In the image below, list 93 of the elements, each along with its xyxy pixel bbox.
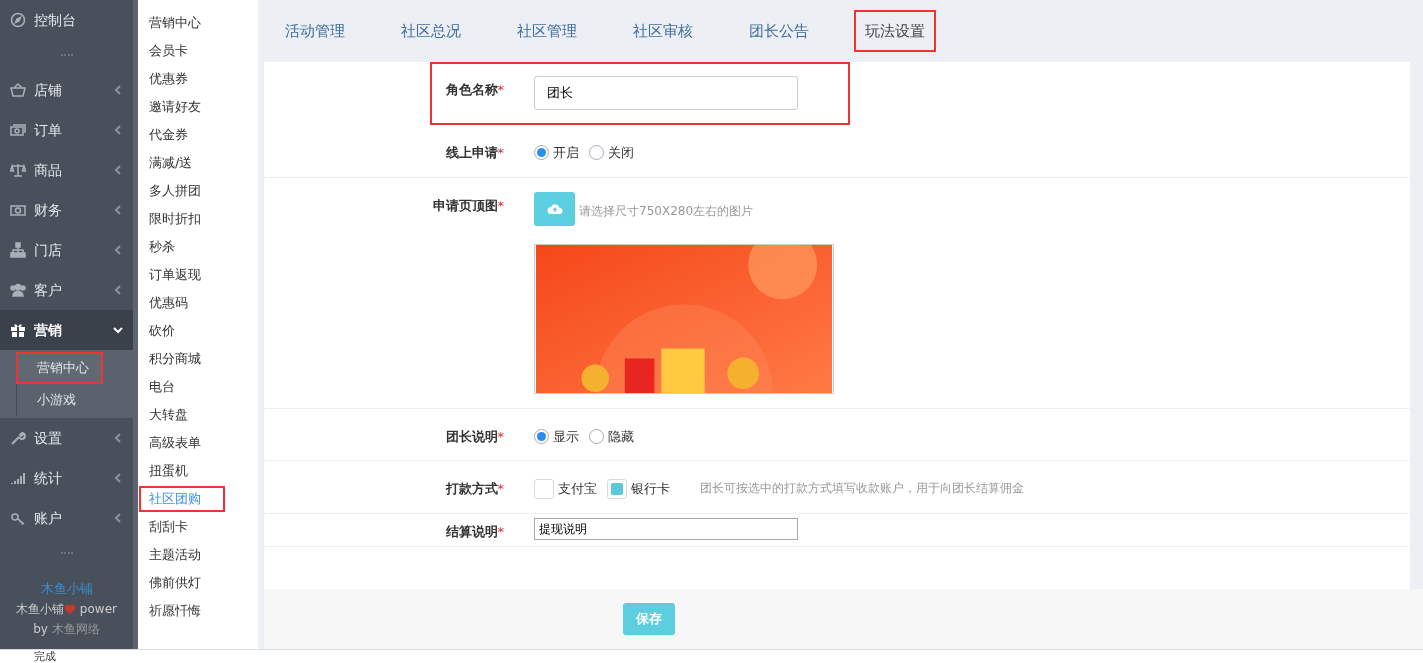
tab[interactable]: 玩法设置 [854,9,936,53]
upload-button[interactable] [534,191,575,226]
dots-divider [60,552,73,554]
key-icon [10,510,26,526]
option-radio[interactable]: 开启 [534,139,579,163]
option-radio[interactable]: 隐藏 [589,422,634,446]
credit-line: by 木鱼网络 [32,621,101,638]
submenu-item[interactable]: 社区团购 [138,485,226,513]
nav-item[interactable]: 门店 [0,230,133,270]
nav-item[interactable]: 客户 [0,270,133,310]
money-icon [10,202,26,218]
nav-item[interactable]: 店铺 [0,70,133,110]
field-label: 团长说明* [444,427,505,446]
nav-item[interactable]: 营销 [0,310,133,350]
submenu-item[interactable]: 优惠券 [138,65,258,93]
nav-item[interactable]: 设置 [0,418,133,458]
submenu-item[interactable]: 营销中心 [138,9,258,37]
submenu-item[interactable]: 刮刮卡 [138,513,258,541]
signal-bars-icon [10,470,26,486]
chevron-left-icon [113,85,123,95]
scale-icon [10,162,26,178]
radio-button[interactable] [589,428,604,444]
nav-subitem[interactable]: 小游戏 [16,384,133,416]
chevron-left-icon [113,205,123,215]
option-radio[interactable]: 关闭 [589,139,634,163]
submenu-item[interactable]: 电台 [138,373,258,401]
chevron-left-icon [113,473,123,483]
compass-icon [10,12,26,28]
submenu-item[interactable]: 秒杀 [138,233,258,261]
text-input[interactable]: 团长 [534,76,798,110]
submenu-item[interactable]: 砍价 [138,317,258,345]
checkbox[interactable] [534,479,554,499]
tab[interactable]: 社区总况 [390,9,472,53]
field-label: 申请页顶图* [431,196,505,215]
people-icon [10,282,26,298]
chevron-left-icon [113,285,123,295]
radio-button[interactable] [589,145,604,161]
checkbox[interactable] [607,479,627,499]
hierarchy-icon [10,242,26,258]
gift-icon [10,322,26,338]
submenu-item[interactable]: 会员卡 [138,37,258,65]
chevron-left-icon [113,513,123,523]
submenu-item[interactable]: 多人拼团 [138,177,258,205]
chevron-down-icon [113,325,123,335]
heart-icon [64,604,77,615]
submenu-item[interactable]: 满减/送 [138,149,258,177]
chevron-left-icon [113,245,123,255]
tab[interactable]: 社区管理 [506,9,588,53]
powered-by-line: 木鱼小铺 power [15,601,118,618]
radio-button[interactable] [534,428,549,444]
hint-text: 团长可按选中的打款方式填写收款账户，用于向团长结算佣金 [700,480,1024,497]
banknote-icon [10,122,26,138]
option-checkbox[interactable]: 支付宝 [534,475,597,499]
submenu-item[interactable]: 高级表单 [138,429,258,457]
hint-text: 请选择尺寸750X280左右的图片 [579,202,754,220]
nav-item[interactable]: 商品 [0,150,133,190]
status-text: 完成 [34,650,56,663]
tab[interactable]: 社区审核 [622,9,704,53]
submenu-item[interactable]: 大转盘 [138,401,258,429]
field-label: 角色名称* [444,81,505,99]
submenu-item[interactable]: 扭蛋机 [138,457,258,485]
nav-item[interactable]: 订单 [0,110,133,150]
wrench-icon [10,430,26,446]
submenu-item[interactable]: 祈愿忏悔 [138,597,258,625]
field-label: 线上申请* [444,144,505,162]
basket-icon [10,82,26,98]
tab[interactable]: 活动管理 [274,9,356,53]
text-area[interactable]: 提现说明 [534,518,798,540]
nav-subitem[interactable]: 营销中心 [16,352,103,384]
submenu-item[interactable]: 优惠码 [138,289,258,317]
option-checkbox[interactable]: 银行卡 [607,475,670,499]
chevron-left-icon [113,433,123,443]
submenu-item[interactable]: 主题活动 [138,541,258,569]
submenu-item[interactable]: 代金券 [138,121,258,149]
chevron-left-icon [113,165,123,175]
brand-name: 木鱼小铺 [39,580,94,598]
submenu-item[interactable]: 限时折扣 [138,205,258,233]
field-label: 打款方式* [444,480,505,498]
chevron-left-icon [113,125,123,135]
nav-item[interactable]: 控制台 [0,0,133,40]
submenu-item[interactable]: 积分商城 [138,345,258,373]
option-radio[interactable]: 显示 [534,422,579,446]
nav-item[interactable]: 财务 [0,190,133,230]
field-label: 结算说明* [444,523,505,541]
cloud-upload-icon [546,202,563,215]
nav-item[interactable]: 统计 [0,458,133,498]
dots-divider [60,54,73,56]
nav-item[interactable]: 账户 [0,498,133,538]
submenu-item[interactable]: 佛前供灯 [138,569,258,597]
submenu-item[interactable]: 订单返现 [138,261,258,289]
submenu-item[interactable]: 邀请好友 [138,93,258,121]
radio-button[interactable] [534,145,549,161]
tab[interactable]: 团长公告 [738,9,820,53]
